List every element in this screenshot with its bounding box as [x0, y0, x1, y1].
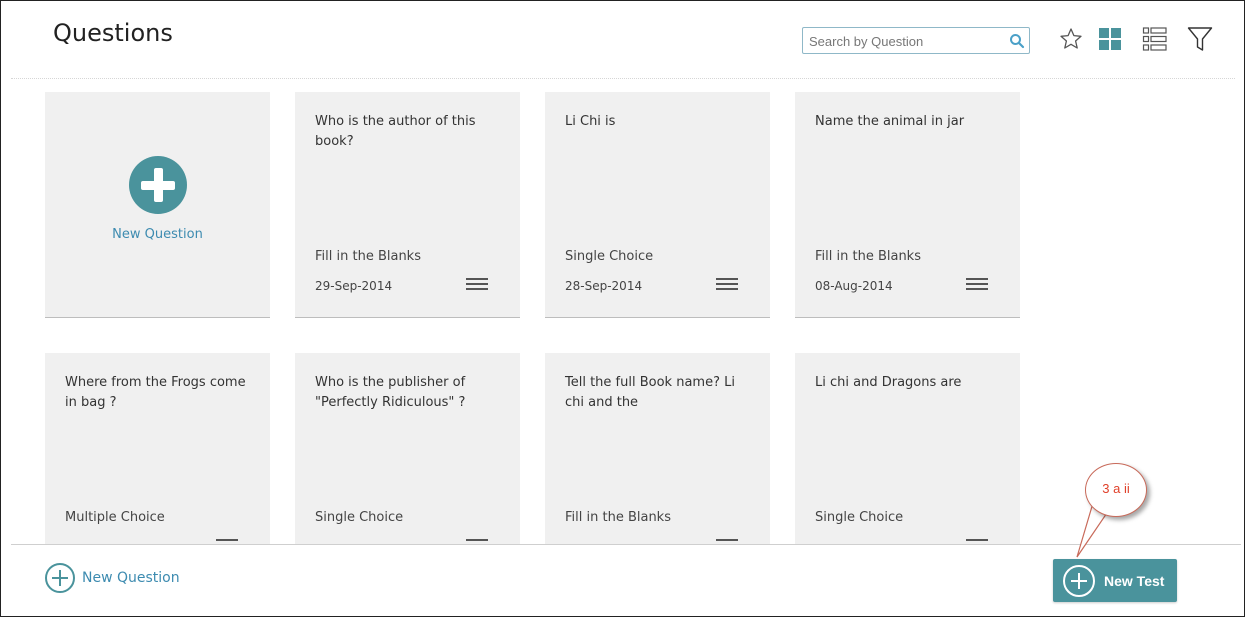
footer-bar: New Question New Test	[1, 545, 1244, 616]
search-input[interactable]	[809, 32, 1005, 50]
question-type: Single Choice	[565, 249, 654, 264]
header-divider	[11, 78, 1235, 79]
annotation-callout: 3 a ii	[1085, 463, 1147, 517]
filter-button[interactable]	[1187, 25, 1213, 53]
question-type: Fill in the Blanks	[315, 249, 421, 264]
search-icon[interactable]	[1009, 33, 1025, 49]
new-question-card-label: New Question	[112, 227, 203, 242]
question-type: Fill in the Blanks	[565, 510, 671, 525]
question-card[interactable]: Li Chi is Single Choice 28-Sep-2014	[545, 92, 770, 318]
list-view-button[interactable]	[1142, 25, 1168, 53]
add-circle-icon	[1063, 564, 1095, 597]
search-box[interactable]	[802, 27, 1030, 54]
question-text: Li chi and Dragons are	[815, 375, 962, 390]
question-type: Single Choice	[815, 510, 904, 525]
question-text: Who is the publisher of "Perfectly Ridic…	[315, 375, 466, 410]
favorite-button[interactable]	[1058, 25, 1084, 53]
hamburger-menu-icon[interactable]	[716, 278, 738, 292]
question-date: 29-Sep-2014	[315, 279, 393, 293]
new-test-button[interactable]: New Test	[1053, 559, 1177, 602]
question-type: Single Choice	[315, 510, 404, 525]
question-card[interactable]: Who is the author of this book? Fill in …	[295, 92, 520, 318]
hamburger-menu-icon[interactable]	[966, 278, 988, 292]
page-title: Questions	[53, 19, 173, 47]
question-date: 08-Aug-2014	[815, 279, 893, 293]
question-text: Who is the author of this book?	[315, 114, 476, 149]
question-text: Tell the full Book name? Li chi and the	[565, 375, 735, 410]
add-icon	[129, 156, 187, 214]
question-text: Name the animal in jar	[815, 114, 965, 129]
hamburger-menu-icon[interactable]	[466, 278, 488, 292]
star-icon	[1060, 28, 1082, 49]
app-window: Questions Search by Question New Questio…	[0, 0, 1245, 617]
question-type: Multiple Choice	[65, 510, 165, 525]
new-test-label: New Test	[1104, 572, 1165, 589]
new-question-card[interactable]: New Question	[45, 92, 270, 318]
question-card[interactable]: Name the animal in jar Fill in the Blank…	[795, 92, 1020, 318]
question-text: Li Chi is	[565, 114, 616, 129]
new-question-button[interactable]: New Question	[45, 563, 180, 593]
footer-divider	[11, 544, 1241, 545]
grid-view-icon	[1099, 28, 1121, 50]
callout-text: 3 a ii	[1102, 480, 1130, 496]
list-view-icon	[1142, 27, 1167, 51]
question-date: 28-Sep-2014	[565, 279, 643, 293]
question-type: Fill in the Blanks	[815, 249, 921, 264]
add-circle-icon	[45, 563, 75, 593]
new-question-label: New Question	[82, 570, 180, 586]
question-text: Where from the Frogs come in bag ?	[65, 375, 246, 410]
grid-view-button[interactable]	[1097, 25, 1123, 53]
filter-icon	[1187, 27, 1213, 51]
